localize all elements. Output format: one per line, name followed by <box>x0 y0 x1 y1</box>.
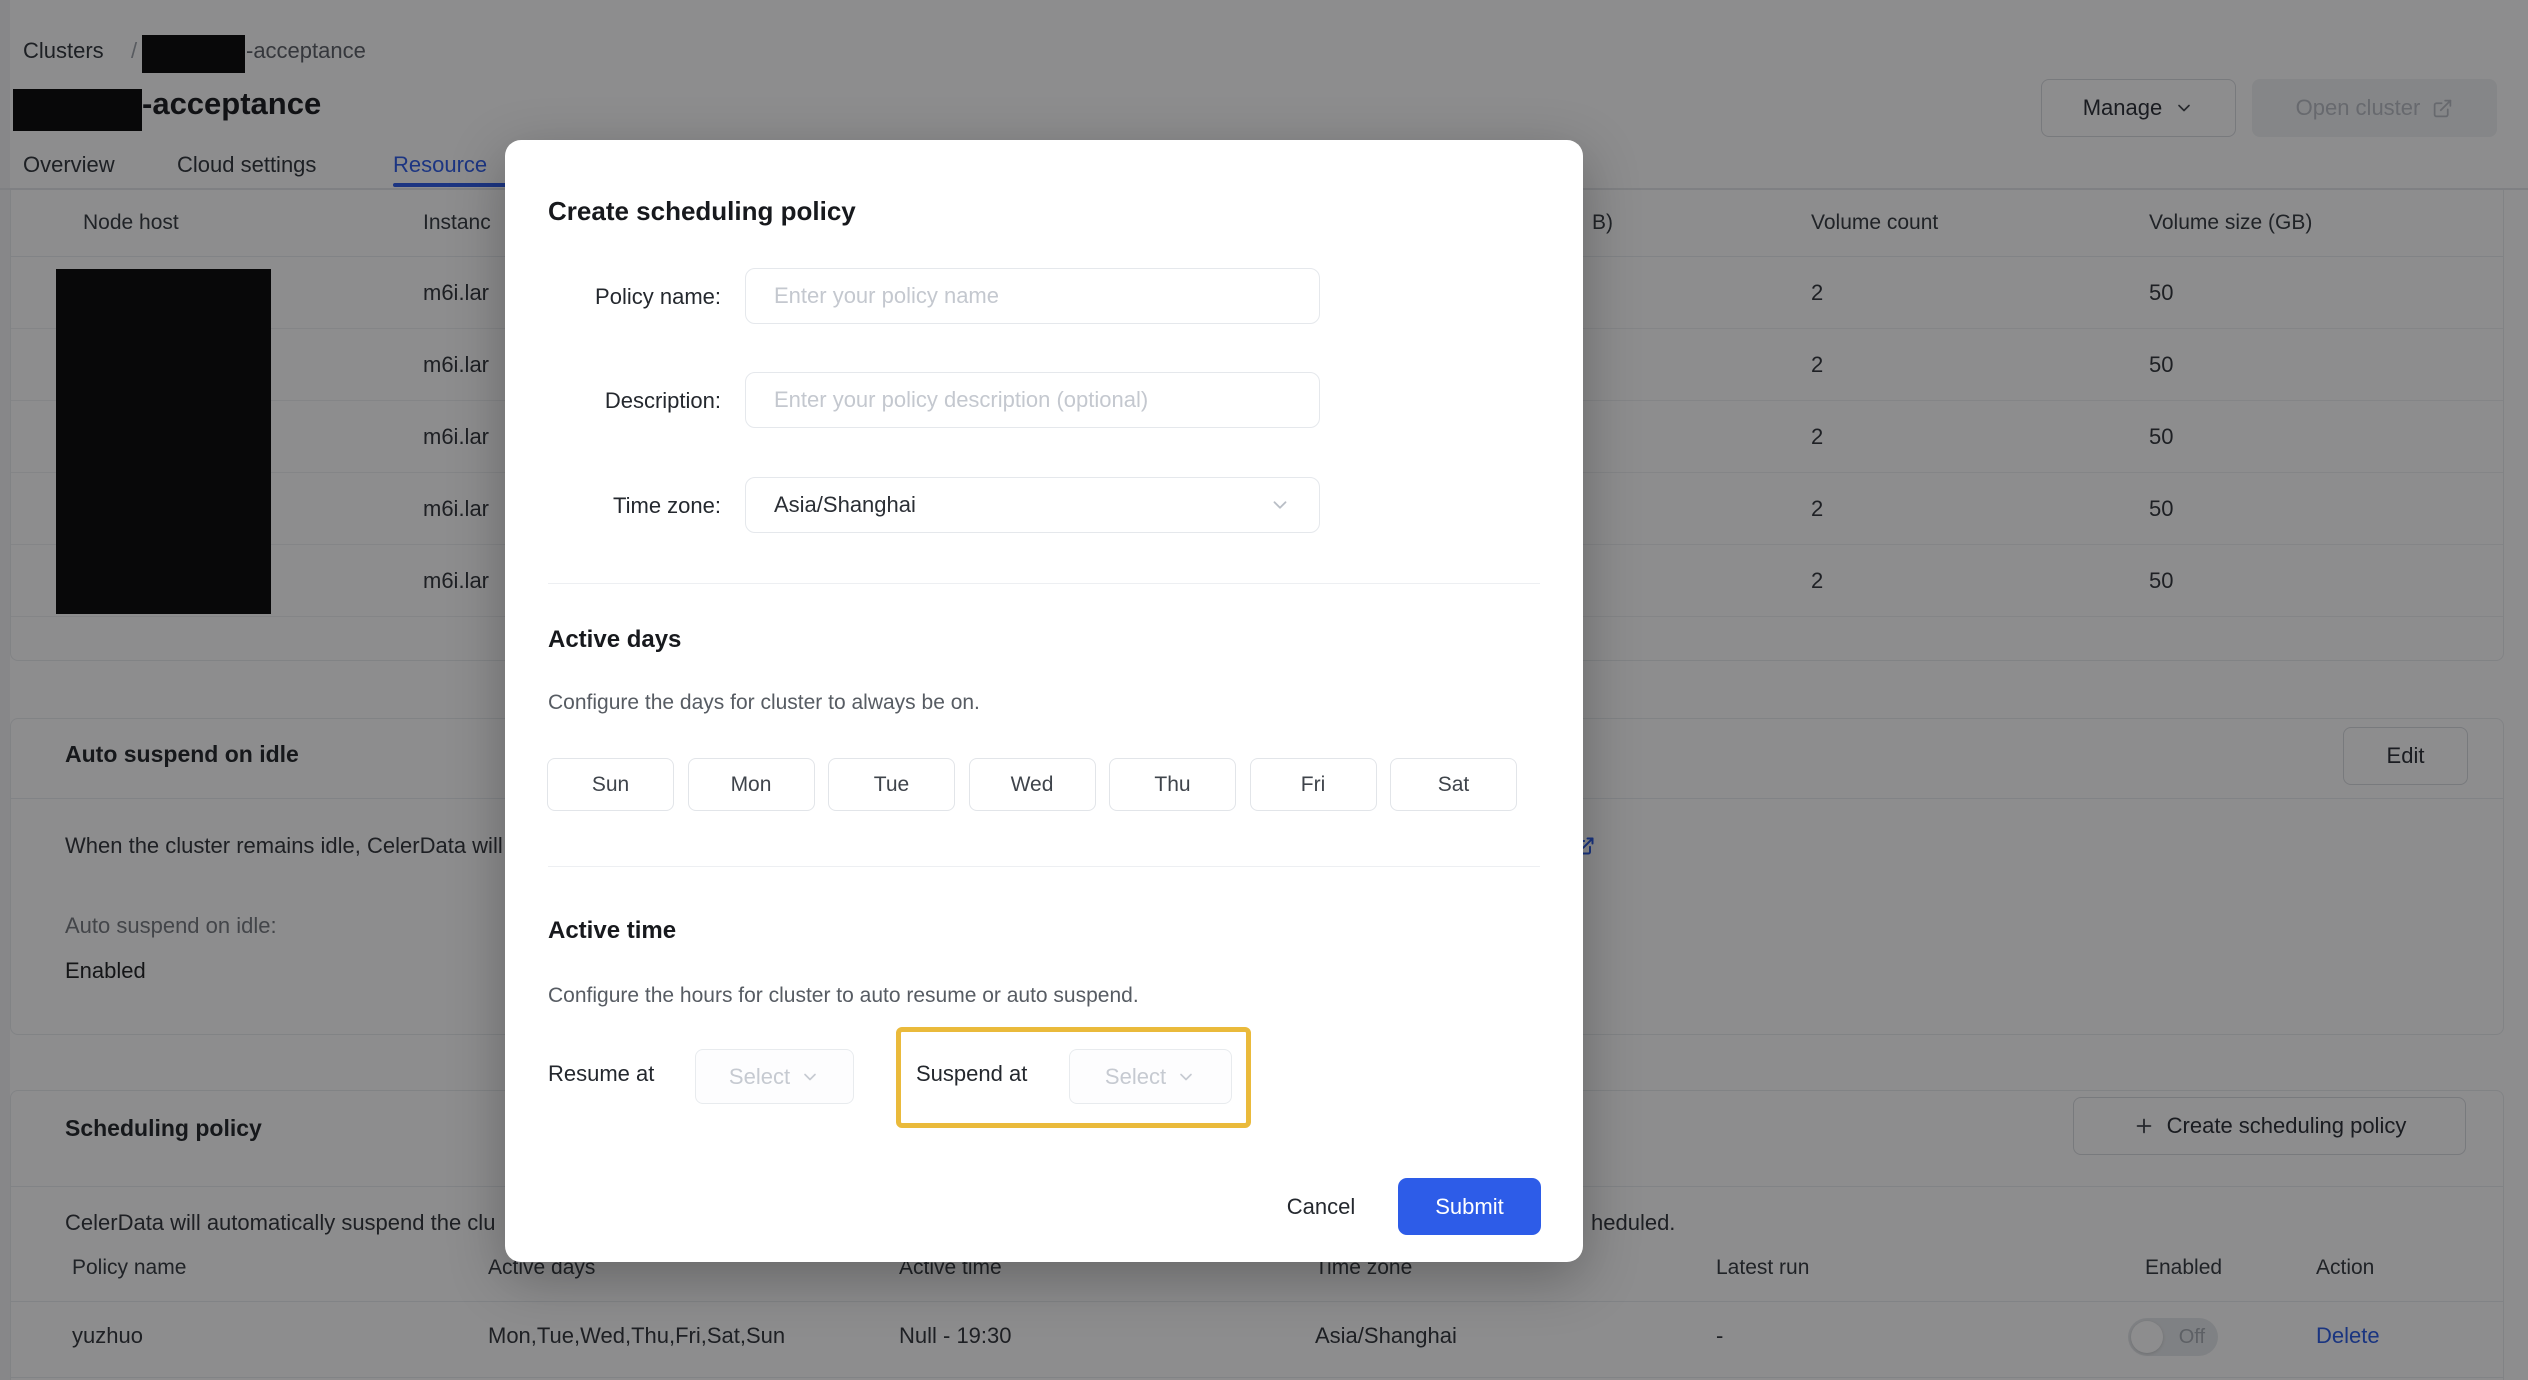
modal-divider-2 <box>548 866 1540 867</box>
description-label: Description: <box>604 388 721 413</box>
active-days-heading: Active days <box>548 626 682 653</box>
description-input[interactable] <box>745 372 1320 428</box>
create-scheduling-policy-modal: Create scheduling policy Policy name: De… <box>505 140 1583 1262</box>
suspend-at-placeholder: Select <box>1104 1063 1167 1089</box>
resume-at-placeholder: Select <box>728 1063 791 1089</box>
day-button-thu[interactable]: Thu <box>1109 758 1236 811</box>
active-days-row: Sun Mon Tue Wed Thu Fri Sat <box>547 758 1517 811</box>
day-button-fri[interactable]: Fri <box>1249 758 1377 811</box>
day-button-wed[interactable]: Wed <box>968 758 1096 811</box>
policy-name-label: Policy name: <box>595 284 721 309</box>
chevron-down-icon <box>1176 1067 1196 1087</box>
chevron-down-icon <box>800 1067 820 1087</box>
resume-at-select[interactable]: Select <box>695 1049 854 1104</box>
modal-title: Create scheduling policy <box>548 196 856 226</box>
day-button-sat[interactable]: Sat <box>1390 758 1517 811</box>
modal-divider-1 <box>548 583 1540 584</box>
day-button-mon[interactable]: Mon <box>687 758 815 811</box>
cancel-button[interactable]: Cancel <box>1261 1178 1381 1235</box>
active-time-description: Configure the hours for cluster to auto … <box>548 984 1139 1007</box>
time-zone-value: Asia/Shanghai <box>774 492 916 517</box>
day-button-tue[interactable]: Tue <box>828 758 955 811</box>
time-zone-select[interactable]: Asia/Shanghai <box>745 477 1320 533</box>
submit-button[interactable]: Submit <box>1398 1178 1541 1235</box>
chevron-down-icon <box>1269 494 1291 516</box>
policy-name-input[interactable] <box>745 268 1320 324</box>
resume-at-label: Resume at <box>548 1061 655 1086</box>
suspend-at-label: Suspend at <box>916 1061 1028 1086</box>
active-days-description: Configure the days for cluster to always… <box>548 691 980 714</box>
suspend-at-select[interactable]: Select <box>1069 1049 1232 1104</box>
time-zone-label: Time zone: <box>612 493 721 518</box>
active-time-heading: Active time <box>548 917 677 944</box>
day-button-sun[interactable]: Sun <box>547 758 674 811</box>
